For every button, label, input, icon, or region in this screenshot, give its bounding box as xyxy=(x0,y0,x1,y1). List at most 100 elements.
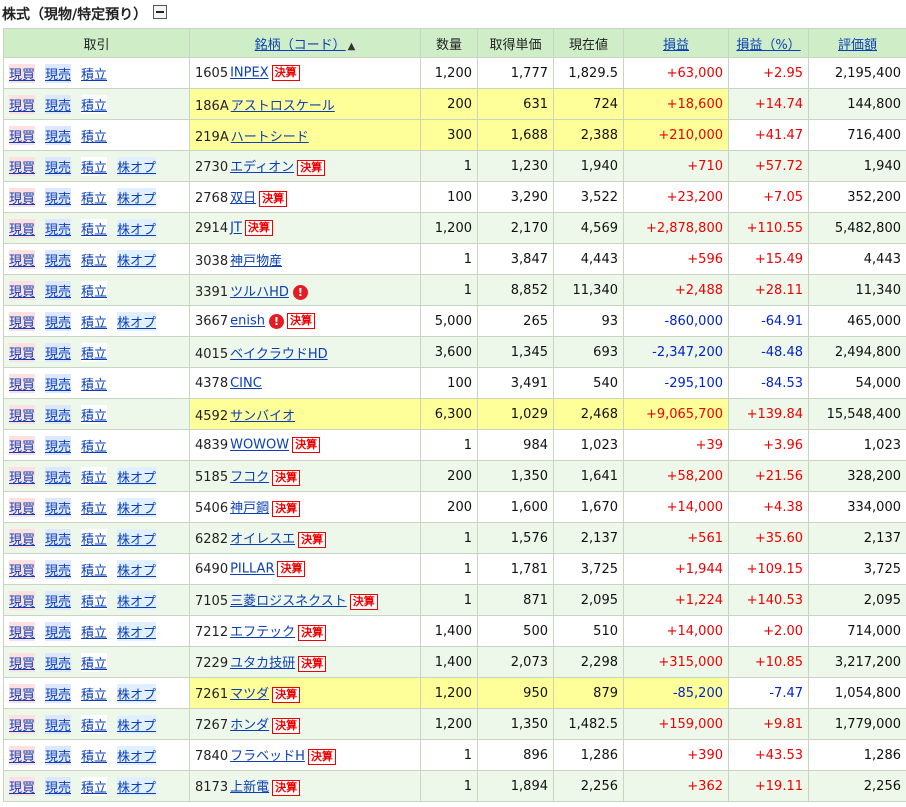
stock-name-link[interactable]: フコク xyxy=(230,470,269,485)
sell-link[interactable]: 現売 xyxy=(45,590,72,610)
sort-plpct-link[interactable]: 損益（%） xyxy=(736,38,800,53)
stock-name-link[interactable]: フラベッドH xyxy=(230,749,305,764)
earnings-badge[interactable]: 決算 xyxy=(271,65,300,81)
tsumitate-link[interactable]: 積立 xyxy=(81,652,108,672)
kabu-option-link[interactable]: 株オプ xyxy=(117,683,157,703)
buy-link[interactable]: 現買 xyxy=(9,683,36,703)
kabu-option-link[interactable]: 株オプ xyxy=(117,621,157,641)
kabu-option-link[interactable]: 株オプ xyxy=(117,528,157,548)
buy-link[interactable]: 現買 xyxy=(9,590,36,610)
sell-link[interactable]: 現売 xyxy=(45,652,72,672)
stock-name-link[interactable]: ベイクラウドHD xyxy=(230,347,328,362)
buy-link[interactable]: 現買 xyxy=(9,311,36,331)
buy-link[interactable]: 現買 xyxy=(9,156,36,176)
stock-name-link[interactable]: JT xyxy=(230,221,242,236)
buy-link[interactable]: 現買 xyxy=(9,373,36,393)
stock-name-link[interactable]: アストロスケール xyxy=(231,99,335,114)
tsumitate-link[interactable]: 積立 xyxy=(81,776,108,796)
kabu-option-link[interactable]: 株オプ xyxy=(117,249,157,269)
buy-link[interactable]: 現買 xyxy=(9,125,36,145)
tsumitate-link[interactable]: 積立 xyxy=(81,559,108,579)
buy-link[interactable]: 現買 xyxy=(9,94,36,114)
sell-link[interactable]: 現売 xyxy=(45,125,72,145)
buy-link[interactable]: 現買 xyxy=(9,404,36,424)
stock-name-link[interactable]: WOWOW xyxy=(230,438,289,453)
earnings-badge[interactable]: 決算 xyxy=(286,313,315,329)
earnings-badge[interactable]: 決算 xyxy=(298,531,327,548)
buy-link[interactable]: 現買 xyxy=(9,218,36,238)
tsumitate-link[interactable]: 積立 xyxy=(81,590,108,610)
tsumitate-link[interactable]: 積立 xyxy=(81,63,108,83)
earnings-badge[interactable]: 決算 xyxy=(244,220,273,236)
sell-link[interactable]: 現売 xyxy=(45,435,72,455)
buy-link[interactable]: 現買 xyxy=(9,249,36,269)
tsumitate-link[interactable]: 積立 xyxy=(81,94,108,114)
kabu-option-link[interactable]: 株オプ xyxy=(117,776,157,796)
sell-link[interactable]: 現売 xyxy=(45,404,72,424)
earnings-badge[interactable]: 決算 xyxy=(272,500,301,517)
earnings-badge[interactable]: 決算 xyxy=(272,717,301,734)
stock-name-link[interactable]: 神戸鋼 xyxy=(230,501,269,516)
earnings-badge[interactable]: 決算 xyxy=(292,437,321,453)
tsumitate-link[interactable]: 積立 xyxy=(81,156,108,176)
sort-pl-link[interactable]: 損益 xyxy=(663,38,689,53)
kabu-option-link[interactable]: 株オプ xyxy=(117,466,157,486)
tsumitate-link[interactable]: 積立 xyxy=(81,745,108,765)
buy-link[interactable]: 現買 xyxy=(9,745,36,765)
sell-link[interactable]: 現売 xyxy=(45,156,72,176)
kabu-option-link[interactable]: 株オプ xyxy=(117,187,157,207)
stock-name-link[interactable]: ハートシード xyxy=(231,130,309,145)
stock-name-link[interactable]: INPEX xyxy=(230,66,269,81)
tsumitate-link[interactable]: 積立 xyxy=(81,125,108,145)
earnings-badge[interactable]: 決算 xyxy=(272,469,301,486)
stock-name-link[interactable]: PILLAR xyxy=(230,562,274,577)
earnings-badge[interactable]: 決算 xyxy=(298,655,327,672)
buy-link[interactable]: 現買 xyxy=(9,63,36,83)
sell-link[interactable]: 現売 xyxy=(45,528,72,548)
tsumitate-link[interactable]: 積立 xyxy=(81,497,108,517)
sell-link[interactable]: 現売 xyxy=(45,373,72,393)
tsumitate-link[interactable]: 積立 xyxy=(81,528,108,548)
sell-link[interactable]: 現売 xyxy=(45,714,72,734)
earnings-badge[interactable]: 決算 xyxy=(307,748,336,765)
stock-name-link[interactable]: ユタカ技研 xyxy=(230,656,295,671)
kabu-option-link[interactable]: 株オプ xyxy=(117,311,157,331)
alert-icon[interactable]: ! xyxy=(268,313,284,329)
tsumitate-link[interactable]: 積立 xyxy=(81,249,108,269)
buy-link[interactable]: 現買 xyxy=(9,342,36,362)
earnings-badge[interactable]: 決算 xyxy=(272,686,301,703)
col-plpct[interactable]: 損益（%） xyxy=(728,28,809,58)
sell-link[interactable]: 現売 xyxy=(45,187,72,207)
col-pl[interactable]: 損益 xyxy=(623,28,729,58)
earnings-badge[interactable]: 決算 xyxy=(277,561,306,577)
kabu-option-link[interactable]: 株オプ xyxy=(117,497,157,517)
sell-link[interactable]: 現売 xyxy=(45,63,72,83)
tsumitate-link[interactable]: 積立 xyxy=(81,218,108,238)
stock-name-link[interactable]: 上新電 xyxy=(230,780,269,795)
tsumitate-link[interactable]: 積立 xyxy=(81,435,108,455)
stock-name-link[interactable]: 三菱ロジスネクスト xyxy=(230,594,347,609)
kabu-option-link[interactable]: 株オプ xyxy=(117,559,157,579)
buy-link[interactable]: 現買 xyxy=(9,621,36,641)
earnings-badge[interactable]: 決算 xyxy=(259,190,288,207)
sell-link[interactable]: 現売 xyxy=(45,621,72,641)
stock-name-link[interactable]: 双日 xyxy=(230,191,256,206)
tsumitate-link[interactable]: 積立 xyxy=(81,714,108,734)
stock-name-link[interactable]: サンバイオ xyxy=(230,409,295,424)
stock-name-link[interactable]: エフテック xyxy=(230,625,295,640)
stock-name-link[interactable]: オイレスエ xyxy=(230,532,295,547)
alert-icon[interactable]: ! xyxy=(292,284,308,300)
tsumitate-link[interactable]: 積立 xyxy=(81,621,108,641)
buy-link[interactable]: 現買 xyxy=(9,714,36,734)
sell-link[interactable]: 現売 xyxy=(45,342,72,362)
stock-name-link[interactable]: 神戸物産 xyxy=(230,254,282,269)
stock-name-link[interactable]: マツダ xyxy=(230,687,269,702)
buy-link[interactable]: 現買 xyxy=(9,528,36,548)
sell-link[interactable]: 現売 xyxy=(45,94,72,114)
tsumitate-link[interactable]: 積立 xyxy=(81,187,108,207)
tsumitate-link[interactable]: 積立 xyxy=(81,311,108,331)
col-stock[interactable]: 銘柄（コード） ▲ xyxy=(189,28,421,58)
sell-link[interactable]: 現売 xyxy=(45,466,72,486)
kabu-option-link[interactable]: 株オプ xyxy=(117,218,157,238)
tsumitate-link[interactable]: 積立 xyxy=(81,373,108,393)
